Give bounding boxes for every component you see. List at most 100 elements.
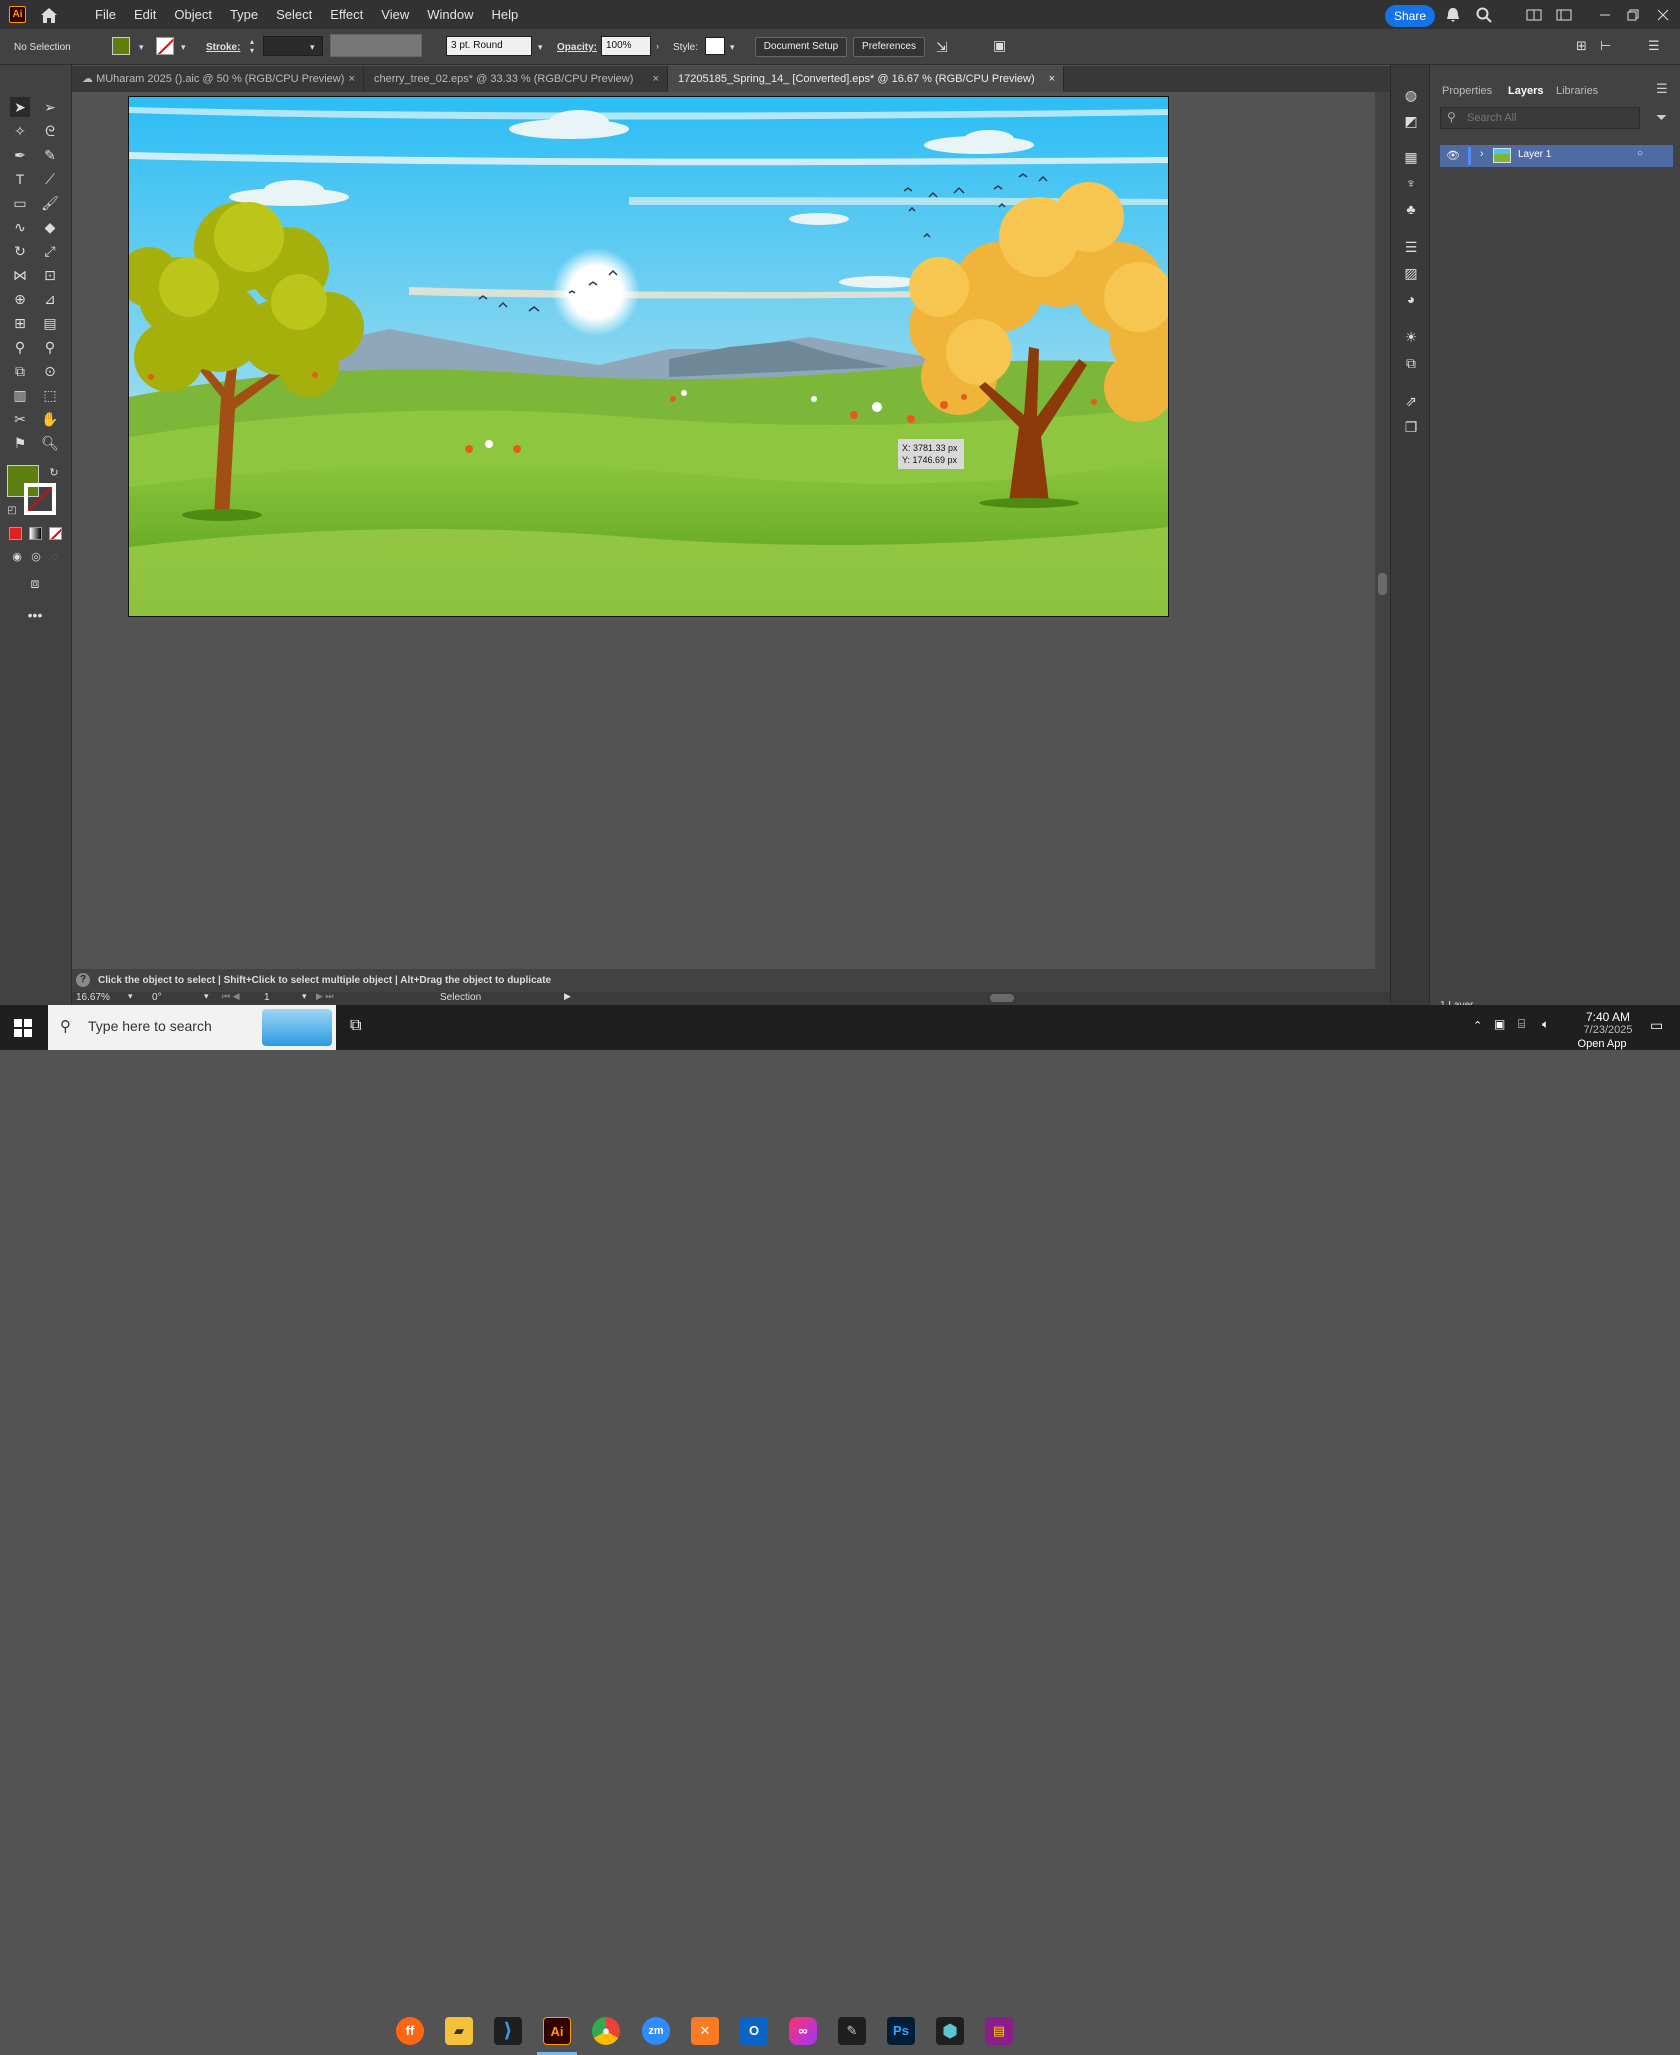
shape-builder-tool-icon[interactable]: ⊕	[10, 289, 30, 309]
artboard-next-icon[interactable]: ▶ ⏭	[316, 991, 334, 1002]
menu-edit[interactable]: Edit	[125, 0, 165, 29]
opacity-label[interactable]: Opacity:	[557, 42, 597, 53]
filter-icon[interactable]: ⏷	[1656, 109, 1667, 126]
menu-view[interactable]: View	[372, 0, 418, 29]
panel-menu-icon[interactable]: ☰	[1656, 81, 1668, 97]
gradient-mode-icon[interactable]	[29, 527, 42, 540]
eraser-tool-icon[interactable]: ◆	[40, 217, 60, 237]
variable-width-profile[interactable]	[330, 34, 422, 57]
eyedropper-tool-icon[interactable]: ⚲	[10, 337, 30, 357]
photoshop-icon[interactable]: Ps	[887, 2017, 915, 2045]
outlook-icon[interactable]: O	[740, 2017, 768, 2045]
hand-tool-icon[interactable]: ✋	[40, 409, 60, 429]
arrange-documents-icon[interactable]	[1525, 6, 1543, 24]
menu-help[interactable]: Help	[482, 0, 527, 29]
tab-cherry-tree[interactable]: cherry_tree_02.eps* @ 33.33 % (RGB/CPU P…	[364, 66, 668, 92]
brushes-panel-icon[interactable]: ♆	[1401, 173, 1421, 193]
eyedropper-alt-icon[interactable]: ⚲	[40, 337, 60, 357]
artboard-tool-icon[interactable]: ⬚	[40, 385, 60, 405]
rotation-value[interactable]: 0°	[152, 992, 162, 1003]
menu-select[interactable]: Select	[267, 0, 321, 29]
taskbar-search-box[interactable]: ⚲ Type here to search	[48, 1005, 336, 1050]
zoom-tool-icon[interactable]: 🔍︎	[40, 433, 60, 453]
illustrator-taskbar-icon[interactable]: Ai	[543, 2017, 571, 2045]
curvature-tool-icon[interactable]: ✎	[40, 145, 60, 165]
tab-layers[interactable]: Layers	[1508, 85, 1543, 97]
opacity-field[interactable]: 100%	[601, 36, 651, 56]
target-icon[interactable]: ○	[1637, 148, 1643, 159]
blend-tool-icon[interactable]: ⧉	[10, 361, 30, 381]
export-panel-icon[interactable]: ⇗	[1401, 391, 1421, 411]
graphic-styles-panel-icon[interactable]: ◩	[1401, 111, 1421, 131]
lasso-tool-icon[interactable]: ᘓ	[40, 121, 60, 141]
zoom-level[interactable]: 16.67%	[76, 992, 110, 1003]
share-button[interactable]: Share	[1385, 5, 1435, 27]
gradient-tool-icon[interactable]: ▤	[40, 313, 60, 333]
restore-icon[interactable]	[1624, 6, 1642, 24]
distribute-icon[interactable]: ⊢	[1600, 38, 1611, 54]
perspective-grid-tool-icon[interactable]: ⊿	[40, 289, 60, 309]
menu-object[interactable]: Object	[165, 0, 221, 29]
horizontal-scrollbar[interactable]	[582, 992, 1382, 1004]
stroke-color-box[interactable]	[24, 483, 56, 515]
tab-libraries[interactable]: Libraries	[1556, 85, 1598, 97]
stroke-dropdown-icon[interactable]: ▾	[181, 42, 186, 53]
chrome-icon[interactable]: ●	[592, 2017, 620, 2045]
direct-selection-tool-icon[interactable]: ➢	[40, 97, 60, 117]
visibility-eye-icon[interactable]: 👁︎	[1446, 149, 1460, 162]
menu-effect[interactable]: Effect	[321, 0, 372, 29]
default-fill-stroke-icon[interactable]: ◰	[2, 501, 22, 521]
firefox-icon[interactable]: ff	[396, 2017, 424, 2045]
none-mode-icon[interactable]	[49, 527, 62, 540]
free-transform-tool-icon[interactable]: ⊡	[40, 265, 60, 285]
artboard[interactable]: X: 3781.33 px Y: 1746.69 px	[128, 96, 1169, 617]
stroke-panel-icon[interactable]: ☰	[1401, 237, 1421, 257]
tab-properties[interactable]: Properties	[1442, 85, 1492, 97]
artboard-number[interactable]: 1	[264, 992, 270, 1003]
pen-app-icon[interactable]: ✎	[838, 2017, 866, 2045]
edit-toolbar-icon[interactable]: •••	[25, 605, 45, 625]
type-tool-icon[interactable]: T	[10, 169, 30, 189]
opacity-arrow-icon[interactable]: ›	[656, 41, 659, 51]
artboard-nav-icon[interactable]: ⏮ ◀	[222, 991, 240, 1002]
close-tab-icon[interactable]: ×	[653, 66, 659, 92]
arrange-icon[interactable]: ⇲	[936, 39, 948, 56]
home-icon[interactable]	[38, 5, 60, 25]
close-tab-icon[interactable]: ×	[349, 66, 355, 92]
layer-name[interactable]: Layer 1	[1518, 149, 1551, 160]
slice-tool-icon[interactable]: ✂	[10, 409, 30, 429]
status-arrow-icon[interactable]: ▶	[564, 991, 571, 1002]
zoom-dropdown-icon[interactable]: ▾	[128, 991, 133, 1002]
draw-normal-icon[interactable]: ◉	[7, 547, 27, 567]
pen-tool-icon[interactable]: ✒	[10, 145, 30, 165]
rotate-tool-icon[interactable]: ↻	[10, 241, 30, 261]
tray-chevron-icon[interactable]: ⌃	[1473, 1019, 1482, 1032]
horizontal-scroll-thumb[interactable]	[990, 994, 1014, 1002]
column-graph-tool-icon[interactable]: ▥	[10, 385, 30, 405]
close-tab-icon[interactable]: ×	[1049, 66, 1055, 92]
expand-arrow-icon[interactable]: ›	[1480, 148, 1484, 160]
minimize-icon[interactable]	[1596, 6, 1614, 24]
winrar-icon[interactable]: ▤	[985, 2017, 1013, 2045]
app-hexagon-icon[interactable]: ⬢	[936, 2017, 964, 2045]
symbols-panel-icon[interactable]: ♣	[1401, 199, 1421, 219]
network-icon[interactable]: ⌸	[1518, 1017, 1525, 1032]
zoom-app-icon[interactable]: zm	[642, 2017, 670, 2045]
menu-window[interactable]: Window	[418, 0, 482, 29]
shaper-tool-icon[interactable]: ∿	[10, 217, 30, 237]
notifications-icon[interactable]: ▭	[1650, 1017, 1663, 1034]
swatches-panel-icon[interactable]: ▦	[1401, 147, 1421, 167]
draw-behind-icon[interactable]: ◎	[26, 547, 46, 567]
brush-definition[interactable]: 3 pt. Round	[446, 36, 532, 56]
task-view-icon[interactable]: ⧉	[350, 1017, 361, 1035]
graphic-style-swatch[interactable]	[705, 37, 725, 55]
xampp-icon[interactable]: ✕	[691, 2017, 719, 2045]
tab-muharam[interactable]: ☁ MUharam 2025 ().aic @ 50 % (RGB/CPU Pr…	[72, 66, 364, 92]
vertical-scrollbar[interactable]	[1375, 92, 1390, 969]
vertical-scroll-thumb[interactable]	[1378, 573, 1387, 595]
search-icon[interactable]	[1475, 6, 1493, 24]
line-tool-icon[interactable]: ⟋	[40, 169, 60, 189]
color-mode-icon[interactable]	[9, 527, 22, 540]
puppet-warp-tool-icon[interactable]: ⚑	[10, 433, 30, 453]
transform-panel-icon[interactable]: ⧉	[1401, 353, 1421, 373]
